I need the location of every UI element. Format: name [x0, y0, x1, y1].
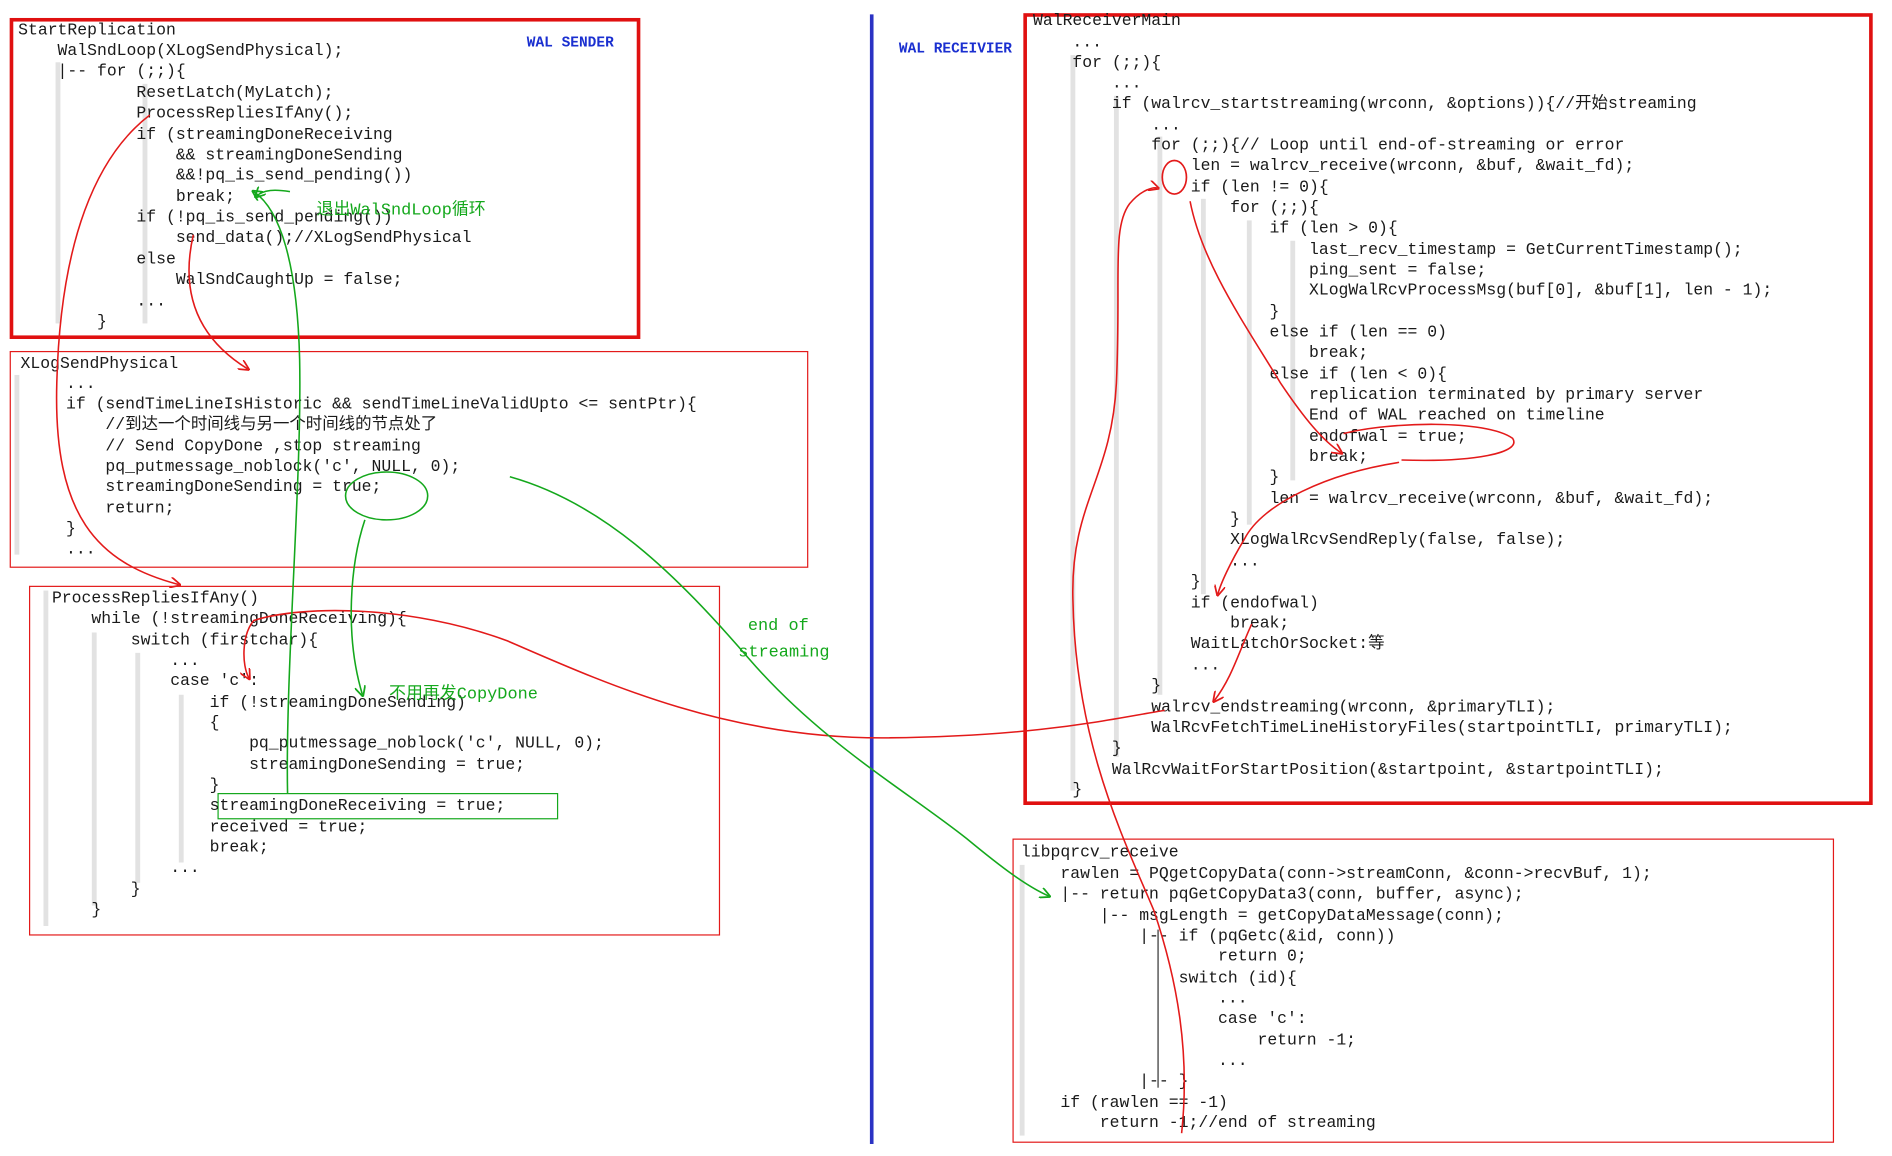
green-circle-annotation	[344, 471, 429, 521]
green-arrow	[350, 519, 365, 695]
red-arrow	[1218, 461, 1400, 594]
red-arrow	[244, 609, 1165, 739]
red-circle-annotation	[1161, 159, 1188, 195]
green-arrow	[509, 476, 1049, 896]
red-arrow	[55, 114, 179, 585]
red-arrow	[1189, 201, 1341, 453]
diagram-canvas: WAL SENDER WAL RECEIVIER StartReplicatio…	[0, 0, 1892, 1156]
green-arrow	[254, 192, 301, 794]
red-arrow	[1072, 188, 1186, 1134]
green-arrow	[256, 190, 291, 196]
red-loop-annotation	[1343, 423, 1515, 462]
arrow-overlay	[55, 114, 1515, 1134]
red-arrow	[188, 234, 248, 369]
red-arrow	[1214, 623, 1253, 701]
